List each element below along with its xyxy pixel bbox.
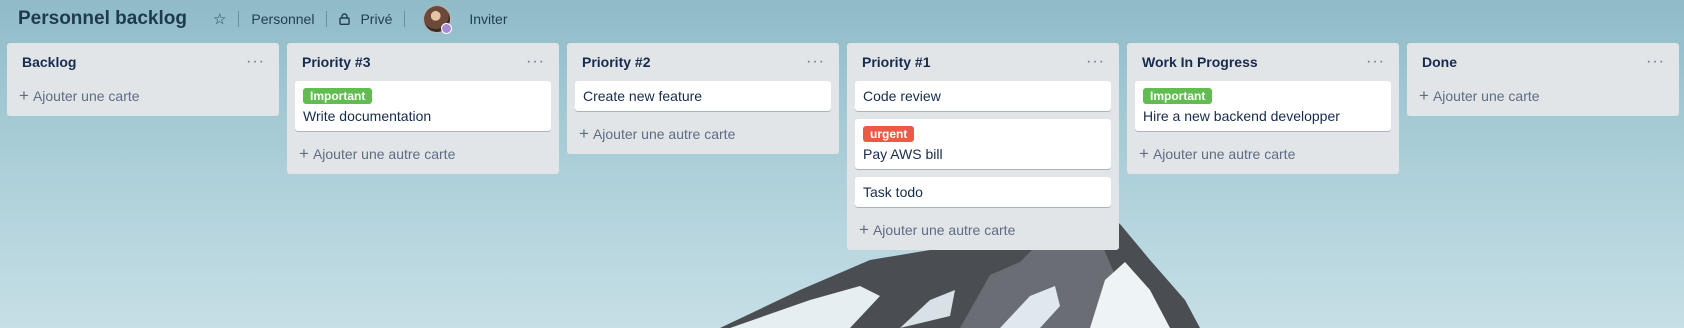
more-icon[interactable]: ··· (246, 54, 265, 70)
list-priority-3: Priority #3 ··· Important Write document… (287, 43, 559, 174)
add-card-button[interactable]: + Ajouter une autre carte (295, 139, 551, 166)
more-icon[interactable]: ··· (526, 54, 545, 70)
plus-icon: + (19, 86, 29, 105)
card[interactable]: Create new feature (575, 81, 831, 111)
add-card-label: Ajouter une autre carte (592, 125, 736, 142)
add-card-label: Ajouter une autre carte (872, 221, 1016, 238)
list-backlog: Backlog ··· + Ajouter une carte (7, 43, 279, 116)
add-card-label: Ajouter une carte (32, 87, 140, 104)
plus-icon: + (299, 144, 309, 163)
invite-button[interactable]: Inviter (469, 11, 507, 27)
more-icon[interactable]: ··· (1086, 54, 1105, 70)
list-title[interactable]: Priority #3 (302, 54, 370, 70)
card-title: Create new feature (583, 88, 703, 104)
card-title: Code review (863, 88, 941, 104)
card-title: Task todo (863, 184, 923, 200)
plus-icon: + (579, 124, 589, 143)
list-title[interactable]: Work In Progress (1142, 54, 1258, 70)
add-card-button[interactable]: + Ajouter une autre carte (575, 119, 831, 146)
card-label-important: Important (303, 88, 373, 104)
card-title: Write documentation (303, 108, 432, 124)
visibility-button[interactable]: Privé (339, 11, 392, 27)
board-header: Personnel backlog ☆ Personnel Privé Invi… (0, 0, 1684, 38)
invite-label: Inviter (469, 11, 508, 27)
star-icon[interactable]: ☆ (213, 12, 226, 27)
list-work-in-progress: Work In Progress ··· Important Hire a ne… (1127, 43, 1399, 174)
team-label: Personnel (251, 11, 315, 27)
card[interactable]: Important Write documentation (295, 81, 551, 131)
card[interactable]: Task todo (855, 177, 1111, 207)
list-priority-2: Priority #2 ··· Create new feature + Ajo… (567, 43, 839, 154)
add-card-button[interactable]: + Ajouter une autre carte (1135, 139, 1391, 166)
plus-icon: + (1419, 86, 1429, 105)
header-divider (404, 11, 406, 27)
more-icon[interactable]: ··· (806, 54, 825, 70)
list-priority-1: Priority #1 ··· Code review urgent Pay A… (847, 43, 1119, 250)
plus-icon: + (859, 220, 869, 239)
add-card-button[interactable]: + Ajouter une carte (15, 81, 271, 108)
team-button[interactable]: Personnel (251, 11, 314, 27)
list-title[interactable]: Priority #2 (582, 54, 650, 70)
card[interactable]: Important Hire a new backend developper (1135, 81, 1391, 131)
add-card-label: Ajouter une autre carte (1152, 145, 1296, 162)
plus-icon: + (1139, 144, 1149, 163)
card-title: Hire a new backend developper (1143, 108, 1340, 124)
lock-icon (339, 13, 351, 25)
add-card-label: Ajouter une carte (1432, 87, 1540, 104)
add-card-button[interactable]: + Ajouter une carte (1415, 81, 1671, 108)
card-label-urgent: urgent (863, 126, 915, 142)
header-divider (238, 11, 240, 27)
list-title[interactable]: Done (1422, 54, 1457, 70)
add-card-label: Ajouter une autre carte (312, 145, 456, 162)
card-title: Pay AWS bill (863, 146, 943, 162)
list-title[interactable]: Backlog (22, 54, 76, 70)
avatar[interactable] (423, 5, 453, 34)
avatar-badge (441, 23, 453, 34)
list-done: Done ··· + Ajouter une carte (1407, 43, 1679, 116)
card[interactable]: urgent Pay AWS bill (855, 119, 1111, 169)
more-icon[interactable]: ··· (1646, 54, 1665, 70)
list-title[interactable]: Priority #1 (862, 54, 930, 70)
board-title[interactable]: Personnel backlog (18, 8, 187, 30)
card[interactable]: Code review (855, 81, 1111, 111)
visibility-label: Privé (360, 11, 393, 27)
add-card-button[interactable]: + Ajouter une autre carte (855, 215, 1111, 242)
card-label-important: Important (1143, 88, 1213, 104)
more-icon[interactable]: ··· (1366, 54, 1385, 70)
header-divider (326, 11, 328, 27)
